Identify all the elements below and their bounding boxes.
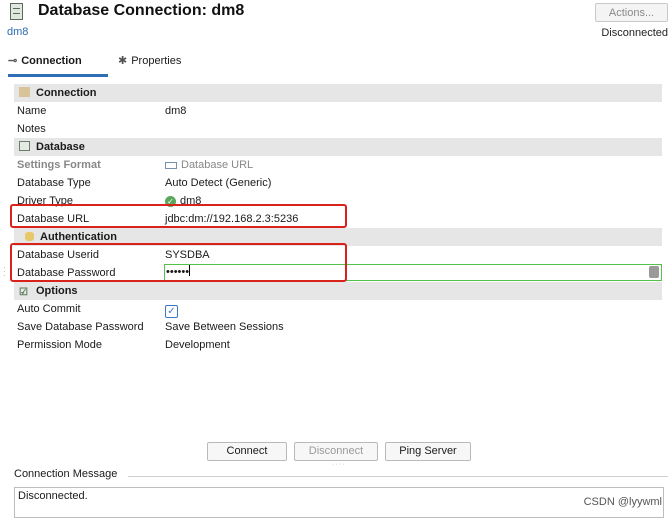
- tab-connection[interactable]: ⊸ Connection: [8, 50, 108, 77]
- name-field[interactable]: dm8: [164, 102, 662, 120]
- key-icon: [25, 232, 34, 241]
- row-name: Name dm8: [14, 102, 662, 120]
- section-options[interactable]: ☑ Options: [14, 282, 662, 300]
- save-password-field[interactable]: Save Between Sessions: [164, 318, 662, 336]
- notes-label: Notes: [17, 123, 46, 135]
- database-type-field[interactable]: Auto Detect (Generic): [164, 174, 662, 192]
- page-title: Database Connection: dm8: [38, 2, 245, 19]
- lock-icon[interactable]: [649, 266, 659, 278]
- database-type-label: Database Type: [17, 177, 91, 189]
- save-password-label: Save Database Password: [17, 321, 144, 333]
- section-database[interactable]: Database: [14, 138, 662, 156]
- connection-subtitle-link[interactable]: dm8: [7, 26, 28, 38]
- actions-button[interactable]: Actions...: [595, 3, 668, 22]
- splitter-grip-icon[interactable]: ····: [332, 461, 345, 468]
- tab-bar: ⊸ Connection ✱ Properties: [0, 50, 672, 77]
- connect-button[interactable]: Connect: [207, 442, 287, 461]
- disconnect-button[interactable]: Disconnect: [294, 442, 378, 461]
- database-section-icon: [19, 141, 30, 151]
- row-save-password: Save Database Password Save Between Sess…: [14, 318, 662, 336]
- options-icon: ☑: [19, 287, 28, 298]
- settings-format-label: Settings Format: [17, 159, 101, 171]
- url-format-icon: [165, 161, 177, 169]
- auto-commit-field: ✓: [164, 300, 662, 318]
- action-buttons: Connect Disconnect Ping Server: [0, 442, 672, 462]
- settings-format-field[interactable]: Database URL: [164, 156, 662, 174]
- row-permission-mode: Permission Mode Development: [14, 336, 662, 354]
- row-notes: Notes: [14, 120, 662, 138]
- connection-section-icon: [19, 87, 30, 97]
- auto-commit-checkbox[interactable]: ✓: [165, 305, 178, 318]
- connection-message-text: Disconnected.: [14, 487, 664, 518]
- watermark: CSDN @lyywml: [583, 496, 662, 508]
- editor-header: Database Connection: dm8 dm8 Actions... …: [0, 0, 672, 44]
- auto-commit-label: Auto Commit: [17, 303, 81, 315]
- connection-status: Disconnected: [601, 27, 668, 39]
- database-icon: [10, 3, 23, 20]
- notes-field[interactable]: [164, 120, 662, 138]
- connection-message-title: Connection Message: [14, 468, 118, 480]
- properties-icon: ✱: [118, 55, 128, 68]
- highlight-authentication: [10, 243, 347, 282]
- row-database-type: Database Type Auto Detect (Generic): [14, 174, 662, 192]
- tab-properties[interactable]: ✱ Properties: [118, 50, 198, 74]
- row-settings-format: Settings Format Database URL: [14, 156, 662, 174]
- permission-mode-label: Permission Mode: [17, 339, 102, 351]
- highlight-database-url: [10, 204, 347, 228]
- permission-mode-field[interactable]: Development: [164, 336, 662, 354]
- section-connection[interactable]: Connection: [14, 84, 662, 102]
- divider: [128, 476, 668, 477]
- name-label: Name: [17, 105, 47, 117]
- resize-grip-icon[interactable]: · · ·: [3, 264, 6, 280]
- connection-icon: ⊸: [8, 55, 18, 68]
- row-auto-commit: Auto Commit ✓: [14, 300, 662, 318]
- ping-server-button[interactable]: Ping Server: [385, 442, 471, 461]
